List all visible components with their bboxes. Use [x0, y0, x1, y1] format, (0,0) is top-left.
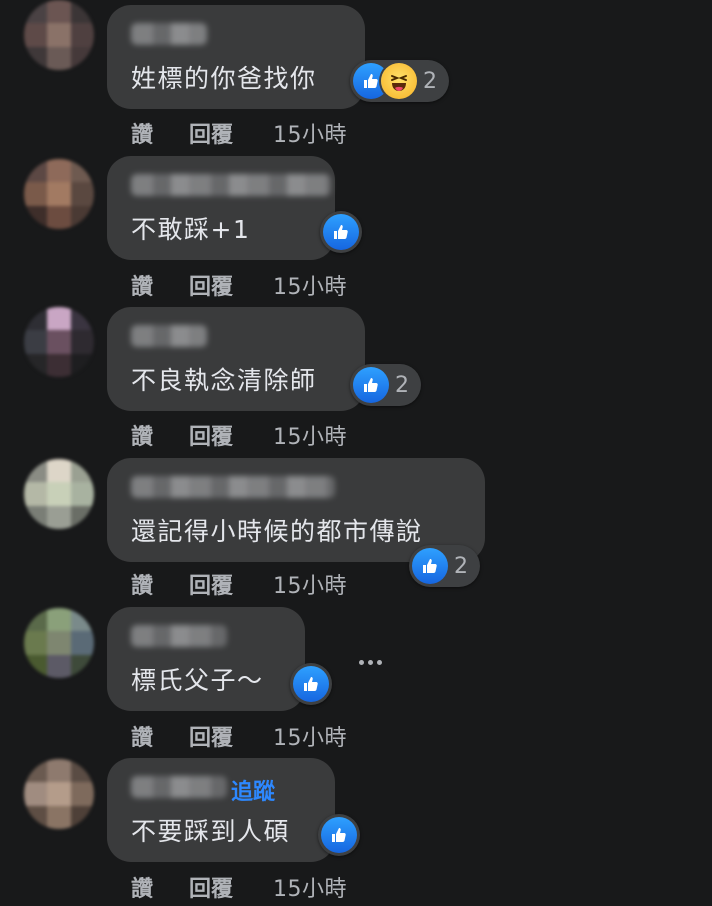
comment-text: 不要踩到人碩 — [131, 817, 291, 846]
comment-actions: 讚 回覆 15小時 — [131, 269, 347, 301]
follow-link[interactable]: 追蹤 — [231, 774, 275, 806]
reply-button[interactable]: 回覆 — [189, 568, 273, 600]
like-button[interactable]: 讚 — [131, 269, 189, 301]
commenter-name-redacted[interactable] — [131, 23, 207, 45]
reaction-summary[interactable] — [318, 814, 360, 856]
comment-feed: 姓標的你爸找你 2 讚 回覆 15小時 不敢踩+1 讚 回覆 15小時 不良執念… — [0, 0, 712, 906]
timestamp[interactable]: 15小時 — [273, 720, 347, 752]
reply-button[interactable]: 回覆 — [189, 269, 273, 301]
avatar[interactable] — [24, 307, 94, 377]
like-icon — [293, 666, 329, 702]
comment-actions: 讚 回覆 15小時 — [131, 871, 347, 903]
commenter-name-redacted[interactable] — [131, 625, 227, 647]
comment: 追蹤 不要踩到人碩 讚 回覆 15小時 — [0, 754, 712, 904]
reply-button[interactable]: 回覆 — [189, 117, 273, 149]
comment: 不良執念清除師 2 讚 回覆 15小時 — [0, 303, 712, 453]
commenter-name-redacted[interactable] — [131, 174, 331, 196]
comment-actions: 讚 回覆 15小時 — [131, 720, 347, 752]
reaction-summary[interactable] — [290, 663, 332, 705]
timestamp[interactable]: 15小時 — [273, 117, 347, 149]
reply-button[interactable]: 回覆 — [189, 419, 273, 451]
reaction-count: 2 — [395, 372, 409, 398]
comment-actions: 讚 回覆 15小時 — [131, 568, 347, 600]
reaction-count: 2 — [454, 553, 468, 579]
comment-bubble: 不敢踩+1 — [107, 156, 335, 260]
reply-button[interactable]: 回覆 — [189, 720, 273, 752]
comment-text: 姓標的你爸找你 — [131, 64, 317, 93]
timestamp[interactable]: 15小時 — [273, 269, 347, 301]
comment-text: 不敢踩+1 — [131, 215, 251, 244]
comment-text: 還記得小時候的都市傳說 — [131, 517, 423, 546]
comment-bubble: 姓標的你爸找你 — [107, 5, 365, 109]
like-icon — [323, 214, 359, 250]
avatar[interactable] — [24, 459, 94, 529]
comment-bubble: 標氏父子～ — [107, 607, 305, 711]
reaction-summary[interactable]: 2 — [409, 545, 480, 587]
like-icon — [412, 548, 448, 584]
reaction-summary[interactable]: 2 — [350, 364, 421, 406]
comment-text: 標氏父子～ — [131, 666, 264, 695]
comment-bubble: 追蹤 不要踩到人碩 — [107, 758, 335, 862]
like-icon — [321, 817, 357, 853]
comment: 標氏父子～ 讚 回覆 15小時 — [0, 604, 712, 754]
reaction-summary[interactable] — [320, 211, 362, 253]
like-button[interactable]: 讚 — [131, 419, 189, 451]
timestamp[interactable]: 15小時 — [273, 568, 347, 600]
avatar[interactable] — [24, 608, 94, 678]
reply-button[interactable]: 回覆 — [189, 871, 273, 903]
comment-actions: 讚 回覆 15小時 — [131, 419, 347, 451]
avatar[interactable] — [24, 159, 94, 229]
reaction-summary[interactable]: 2 — [350, 60, 449, 102]
commenter-name-redacted[interactable] — [131, 325, 207, 347]
more-options-icon[interactable] — [352, 652, 388, 672]
like-button[interactable]: 讚 — [131, 568, 189, 600]
timestamp[interactable]: 15小時 — [273, 419, 347, 451]
like-icon — [353, 367, 389, 403]
reaction-count: 2 — [423, 68, 437, 94]
comment-text: 不良執念清除師 — [131, 366, 317, 395]
comment: 不敢踩+1 讚 回覆 15小時 — [0, 152, 712, 302]
like-button[interactable]: 讚 — [131, 117, 189, 149]
avatar[interactable] — [24, 0, 94, 70]
like-button[interactable]: 讚 — [131, 720, 189, 752]
commenter-name-redacted[interactable] — [131, 476, 335, 498]
commenter-name-redacted[interactable] — [131, 776, 227, 798]
like-button[interactable]: 讚 — [131, 871, 189, 903]
avatar[interactable] — [24, 759, 94, 829]
comment-actions: 讚 回覆 15小時 — [131, 117, 347, 149]
comment-bubble: 不良執念清除師 — [107, 307, 365, 411]
comment: 姓標的你爸找你 2 讚 回覆 15小時 — [0, 0, 712, 150]
comment: 還記得小時候的都市傳說 2 讚 回覆 15小時 — [0, 454, 712, 604]
haha-icon — [381, 63, 417, 99]
timestamp[interactable]: 15小時 — [273, 871, 347, 903]
